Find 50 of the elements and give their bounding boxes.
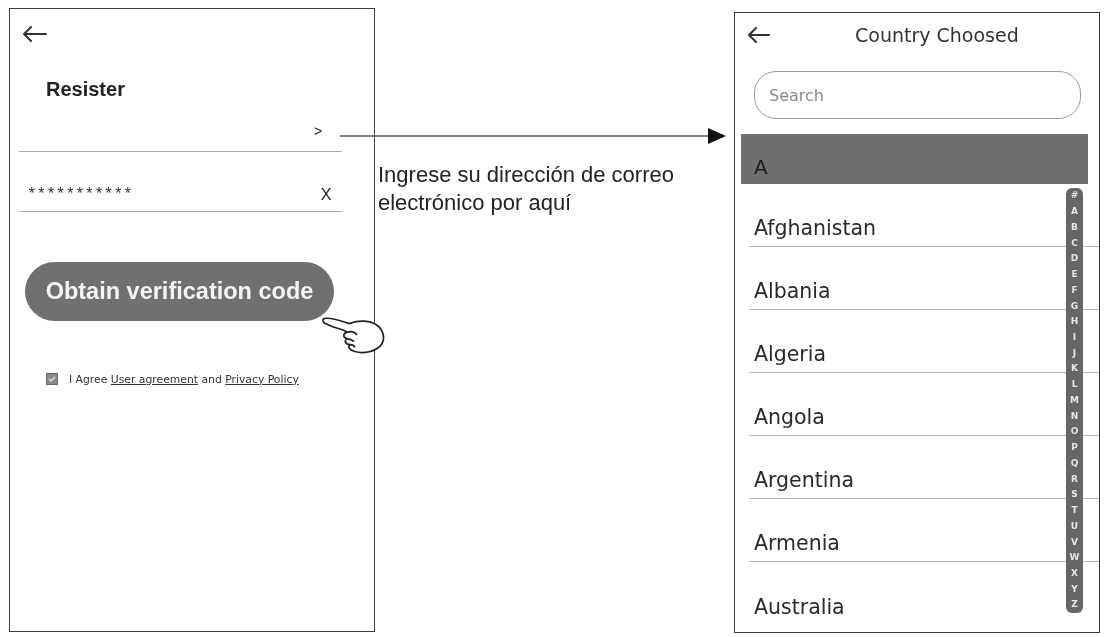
annotation-text: Ingrese su dirección de correo electrónico por aquí — [378, 161, 675, 217]
country-row[interactable]: Algeria — [749, 310, 1049, 372]
country-row[interactable]: Angola — [749, 373, 1049, 435]
user-agreement-link[interactable]: User agreement — [110, 372, 198, 386]
index-letter[interactable]: W — [1066, 549, 1083, 566]
index-letter[interactable]: T — [1066, 502, 1083, 519]
index-letter[interactable]: V — [1066, 534, 1083, 550]
index-letter[interactable]: F — [1066, 282, 1083, 299]
index-letter[interactable]: U — [1066, 518, 1083, 535]
back-icon[interactable] — [22, 26, 47, 42]
index-letter[interactable]: H — [1066, 313, 1083, 330]
index-letter[interactable]: Z — [1066, 597, 1083, 613]
country-row[interactable]: Albania — [749, 247, 1049, 309]
country-row[interactable]: Australia — [749, 563, 1049, 625]
privacy-policy-link[interactable]: Privacy Policy — [225, 372, 299, 386]
clear-button[interactable]: X — [314, 184, 338, 206]
index-letter[interactable]: G — [1066, 298, 1083, 314]
index-letter[interactable]: A — [1066, 203, 1083, 220]
input-field[interactable]: *********** X — [19, 172, 342, 212]
index-letter[interactable]: B — [1066, 219, 1083, 236]
back-icon[interactable] — [747, 27, 770, 43]
index-letter[interactable]: P — [1066, 439, 1083, 456]
checkbox[interactable] — [46, 373, 58, 385]
index-letter[interactable]: Q — [1066, 455, 1083, 472]
index-letter[interactable]: Y — [1066, 581, 1083, 598]
index-letter[interactable]: S — [1066, 486, 1083, 503]
index-letter[interactable]: I — [1066, 329, 1083, 346]
obtain-code-button[interactable]: Obtain verification code — [25, 262, 334, 321]
index-letter[interactable]: E — [1066, 266, 1083, 283]
index-letter[interactable]: J — [1066, 345, 1083, 362]
index-letter[interactable]: # — [1066, 188, 1083, 204]
index-letter[interactable]: L — [1066, 376, 1083, 393]
index-letter[interactable]: C — [1066, 235, 1083, 251]
section-header: A — [741, 134, 1088, 184]
index-letter[interactable]: N — [1066, 408, 1083, 424]
input-field[interactable]: > — [19, 112, 342, 152]
index-letter[interactable]: R — [1066, 471, 1083, 487]
search-field[interactable]: Search — [754, 71, 1081, 119]
country-row[interactable]: Argentina — [749, 436, 1049, 498]
country-row[interactable]: Armenia — [749, 499, 1049, 561]
next-button[interactable]: > — [306, 120, 330, 142]
index-letter[interactable]: M — [1066, 392, 1083, 409]
index-letter[interactable]: D — [1066, 250, 1083, 267]
index-letter[interactable]: X — [1066, 565, 1083, 582]
index-letter[interactable]: O — [1066, 424, 1083, 440]
country-row[interactable]: Afghanistan — [749, 184, 1049, 246]
agreement-text: I Agree User agreement and Privacy Policy — [69, 372, 299, 386]
screen-title: Country Choosed — [855, 23, 1019, 47]
screen-title: Resister — [46, 77, 125, 101]
index-letter[interactable]: K — [1066, 361, 1083, 377]
